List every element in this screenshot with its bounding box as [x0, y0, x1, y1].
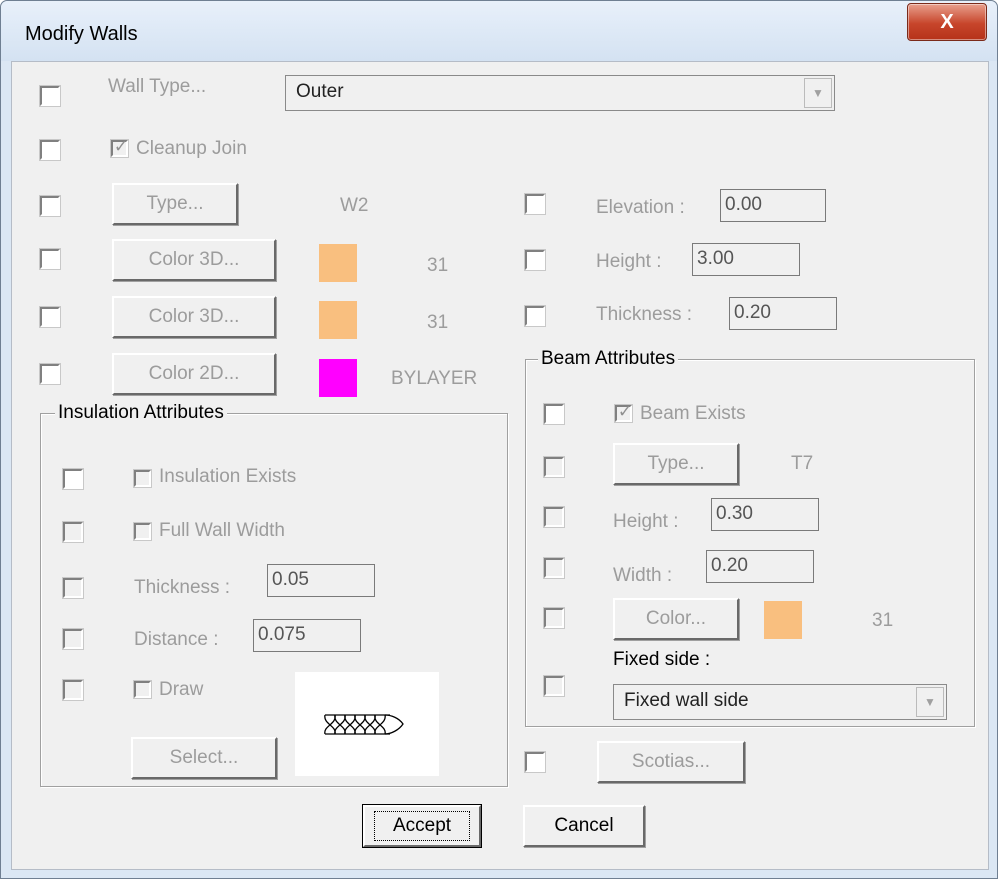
accept-button-label: Accept	[373, 811, 471, 841]
beam-color-button[interactable]: Color...	[613, 598, 739, 640]
dialog-title: Modify Walls	[25, 23, 138, 45]
full-wall-width-checkbox[interactable]	[133, 522, 152, 541]
scotias-override-checkbox[interactable]	[524, 751, 546, 773]
beam-height-input[interactable]: 0.30	[711, 498, 819, 531]
insulation-distance-input[interactable]: 0.075	[253, 619, 361, 652]
wall-type-select[interactable]: Outer ▼	[285, 75, 835, 111]
color3d-1-value: 31	[427, 255, 449, 276]
close-button[interactable]: X	[907, 3, 987, 41]
dialog-body: Wall Type... Outer ▼ ✓ Cleanup Join Type…	[11, 61, 989, 870]
chevron-down-icon[interactable]: ▼	[916, 687, 944, 717]
checkmark-icon: ✓	[113, 137, 129, 156]
wall-type-code: W2	[340, 195, 369, 216]
insulation-exists-checkbox[interactable]	[133, 469, 152, 488]
color2d-button-label: Color 2D...	[148, 363, 240, 384]
insulation-thickness-label: Thickness :	[134, 577, 231, 598]
color3d-1-button-label: Color 3D...	[148, 249, 240, 270]
select-pattern-button-label: Select...	[169, 747, 239, 768]
color3d-2-swatch	[319, 301, 357, 339]
title-bar: Modify Walls X	[1, 1, 997, 61]
cancel-button-label: Cancel	[554, 815, 614, 836]
beam-type-override-checkbox[interactable]	[543, 456, 565, 478]
full-wall-width-override-checkbox[interactable]	[62, 521, 84, 543]
color3d-1-override-checkbox[interactable]	[39, 248, 61, 270]
thickness-label: Thickness :	[596, 304, 693, 325]
color2d-override-checkbox[interactable]	[39, 363, 61, 385]
type-override-checkbox[interactable]	[39, 195, 61, 217]
fixed-side-override-checkbox[interactable]	[543, 675, 565, 697]
color2d-value: BYLAYER	[391, 368, 478, 389]
beam-width-override-checkbox[interactable]	[543, 557, 565, 579]
insulation-exists-label: Insulation Exists	[159, 466, 297, 487]
insulation-distance-override-checkbox[interactable]	[62, 628, 84, 650]
cleanup-join-label: Cleanup Join	[136, 138, 247, 159]
wall-type-override-checkbox[interactable]	[39, 85, 61, 107]
beam-height-label: Height :	[613, 511, 679, 532]
thickness-override-checkbox[interactable]	[524, 305, 546, 327]
insulation-thickness-input[interactable]: 0.05	[267, 564, 375, 597]
color3d-2-button-label: Color 3D...	[148, 306, 240, 327]
elevation-override-checkbox[interactable]	[524, 193, 546, 215]
beam-color-button-label: Color...	[645, 608, 707, 629]
color2d-button[interactable]: Color 2D...	[112, 353, 276, 395]
cancel-button[interactable]: Cancel	[523, 805, 645, 847]
cleanup-join-override-checkbox[interactable]	[39, 139, 61, 161]
thickness-input[interactable]: 0.20	[729, 297, 837, 330]
beam-color-override-checkbox[interactable]	[543, 607, 565, 629]
beam-exists-label: Beam Exists	[640, 403, 746, 424]
beam-exists-checkbox[interactable]: ✓	[614, 402, 633, 423]
beam-color-swatch	[764, 601, 802, 639]
insulation-thickness-override-checkbox[interactable]	[62, 577, 84, 599]
color3d-1-button[interactable]: Color 3D...	[112, 239, 276, 281]
insulation-pattern-preview	[295, 672, 439, 776]
height-label: Height :	[596, 251, 662, 272]
wall-type-label: Wall Type...	[108, 76, 207, 97]
fixed-side-select[interactable]: Fixed wall side ▼	[613, 684, 947, 720]
select-pattern-button[interactable]: Select...	[131, 737, 277, 779]
fixed-side-label: Fixed side :	[613, 649, 711, 670]
elevation-input[interactable]: 0.00	[720, 189, 826, 222]
draw-checkbox[interactable]	[133, 680, 152, 699]
insulation-pattern-icon	[324, 714, 404, 735]
beam-height-override-checkbox[interactable]	[543, 506, 565, 528]
scotias-button[interactable]: Scotias...	[597, 741, 745, 783]
beam-attributes-title: Beam Attributes	[538, 348, 679, 370]
full-wall-width-label: Full Wall Width	[159, 520, 285, 541]
cleanup-join-checkbox[interactable]: ✓	[110, 137, 129, 158]
beam-type-code: T7	[791, 453, 814, 474]
scotias-button-label: Scotias...	[631, 751, 711, 772]
beam-width-input[interactable]: 0.20	[706, 550, 814, 583]
wall-type-button-label: Type...	[146, 193, 204, 214]
insulation-attributes-title: Insulation Attributes	[55, 402, 227, 424]
insulation-attributes-group: Insulation Attributes Insulation Exists …	[40, 402, 508, 787]
beam-color-value: 31	[872, 610, 894, 631]
height-override-checkbox[interactable]	[524, 249, 546, 271]
beam-exists-override-checkbox[interactable]	[543, 403, 565, 425]
modify-walls-dialog: Modify Walls X Wall Type... Outer ▼ ✓ Cl…	[0, 0, 998, 879]
chevron-down-icon[interactable]: ▼	[804, 78, 832, 108]
color3d-2-override-checkbox[interactable]	[39, 306, 61, 328]
wall-type-button[interactable]: Type...	[112, 183, 238, 225]
insulation-distance-label: Distance :	[134, 629, 219, 650]
checkmark-icon: ✓	[617, 402, 633, 421]
color3d-1-swatch	[319, 244, 357, 282]
beam-type-button[interactable]: Type...	[613, 443, 739, 485]
elevation-label: Elevation :	[596, 197, 685, 218]
color3d-2-value: 31	[427, 312, 449, 333]
draw-label: Draw	[159, 679, 204, 700]
color2d-swatch	[319, 359, 357, 397]
draw-override-checkbox[interactable]	[62, 679, 84, 701]
beam-width-label: Width :	[613, 565, 673, 586]
close-icon: X	[940, 10, 954, 33]
fixed-side-value: Fixed wall side	[624, 690, 749, 711]
height-input[interactable]: 3.00	[692, 243, 800, 276]
accept-button[interactable]: Accept	[362, 804, 482, 848]
beam-type-button-label: Type...	[647, 453, 705, 474]
beam-attributes-group: Beam Attributes ✓ Beam Exists Type... T7…	[525, 348, 975, 727]
color3d-2-button[interactable]: Color 3D...	[112, 296, 276, 338]
wall-type-value: Outer	[296, 81, 344, 102]
insulation-exists-override-checkbox[interactable]	[62, 468, 84, 490]
